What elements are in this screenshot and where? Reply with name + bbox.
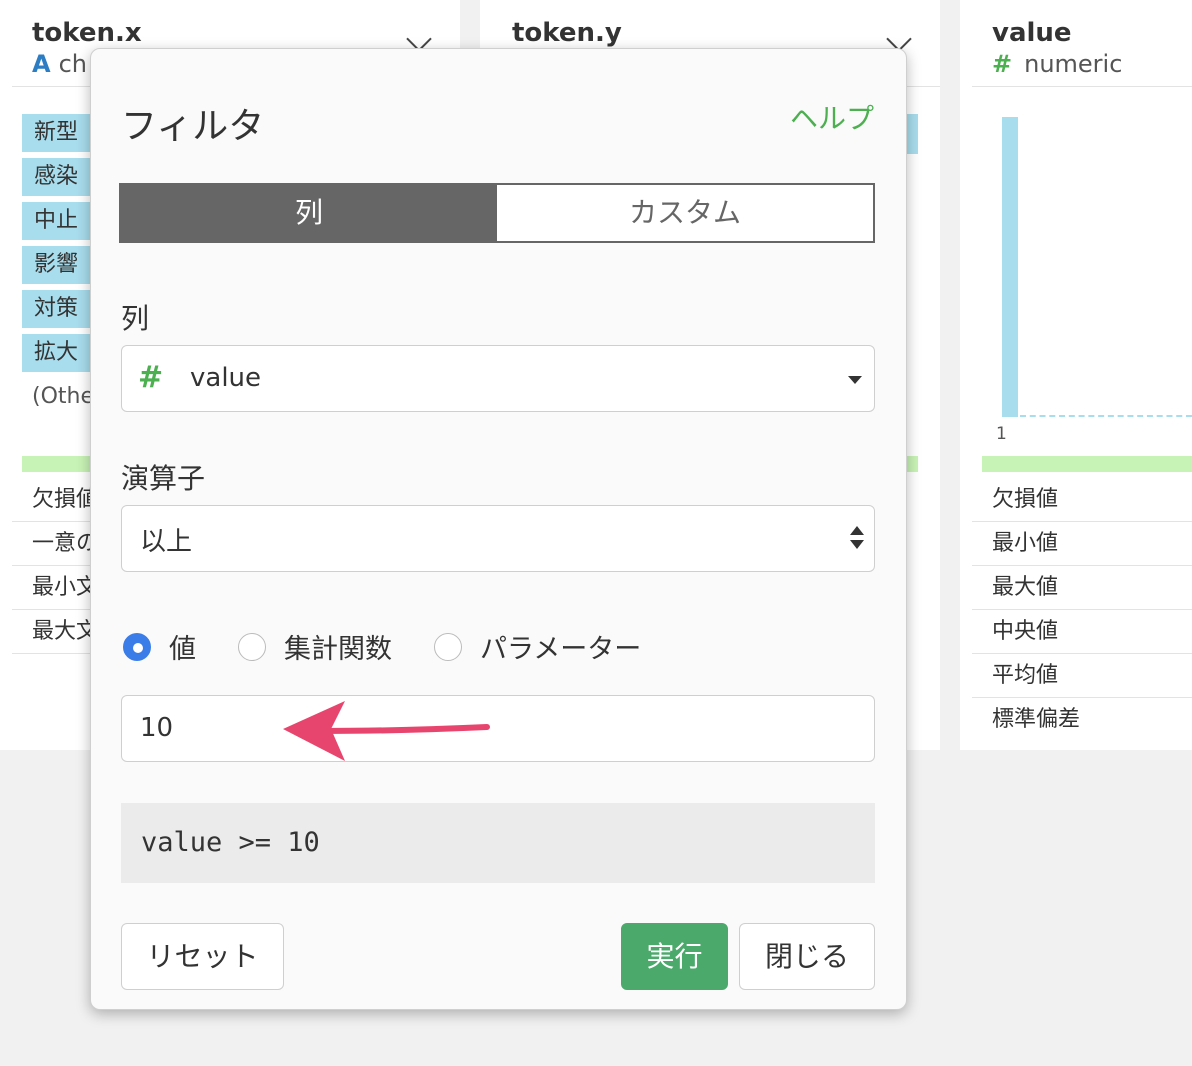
column-label: 列 xyxy=(121,302,150,335)
filter-dialog: フィルタ ヘルプ 列 カスタム 列 # value 演算子 以上 値 集計関数 … xyxy=(90,48,907,1010)
caret-down-icon xyxy=(848,376,862,384)
annotation-arrow-icon xyxy=(283,701,490,761)
column-title-token-x[interactable]: token.x xyxy=(32,18,142,48)
up-down-arrows-icon xyxy=(850,526,864,554)
close-button[interactable]: 閉じる xyxy=(739,923,875,990)
column-select-value: value xyxy=(190,363,262,393)
column-title-token-y[interactable]: token.y xyxy=(512,18,622,48)
radio-parameter[interactable]: パラメーター xyxy=(434,627,641,666)
token-bar: 拡大 xyxy=(22,334,90,372)
divider xyxy=(972,86,1192,87)
column-type-token-x: Ach xyxy=(32,50,87,78)
tab-column[interactable]: 列 xyxy=(121,185,497,241)
stat-row: 欠損値 xyxy=(972,478,1192,522)
completeness-bar xyxy=(982,456,1192,472)
operator-label: 演算子 xyxy=(121,462,206,495)
token-bar: 対策 xyxy=(22,290,90,328)
token-bar: 新型 xyxy=(22,114,90,152)
radio-label: パラメーター xyxy=(480,634,642,665)
value-type-radio-group: 値 集計関数 パラメーター xyxy=(123,627,683,666)
operator-select-value: 以上 xyxy=(140,527,193,557)
token-other-label: (Othe xyxy=(32,384,95,409)
stat-row: 中央値 xyxy=(972,610,1192,654)
stat-row: 最大値 xyxy=(972,566,1192,610)
completeness-bar xyxy=(906,456,918,472)
column-title-value[interactable]: value xyxy=(992,18,1072,48)
character-type-icon: A xyxy=(32,50,51,78)
column-select[interactable]: # value xyxy=(121,345,875,412)
run-button[interactable]: 実行 xyxy=(621,923,728,990)
filter-preview: value >= 10 xyxy=(121,803,875,883)
dialog-title: フィルタ xyxy=(121,106,265,147)
radio-button[interactable] xyxy=(434,632,462,661)
token-bar: 感染 xyxy=(22,158,90,196)
radio-button-checked[interactable] xyxy=(123,632,151,661)
histogram-tick: 1 xyxy=(996,424,1007,444)
histogram-baseline xyxy=(1020,415,1192,417)
column-type-value: # numeric xyxy=(992,50,1122,78)
radio-label: 集計関数 xyxy=(284,634,392,665)
mode-tabs: 列 カスタム xyxy=(119,183,875,243)
token-bar xyxy=(906,114,918,154)
numeric-type-icon: # xyxy=(138,360,164,395)
radio-aggregate-function[interactable]: 集計関数 xyxy=(238,627,392,666)
histogram-bar xyxy=(1002,117,1018,417)
completeness-bar xyxy=(22,456,90,472)
column-type-label: numeric xyxy=(1024,50,1123,78)
reset-button[interactable]: リセット xyxy=(121,923,284,990)
stat-row: 標準偏差 xyxy=(992,707,1081,732)
radio-label: 値 xyxy=(169,634,196,665)
help-link[interactable]: ヘルプ xyxy=(790,97,874,137)
tab-custom[interactable]: カスタム xyxy=(497,185,873,241)
radio-button[interactable] xyxy=(238,632,266,661)
column-type-label: ch xyxy=(58,50,87,78)
token-bar: 影響 xyxy=(22,246,90,284)
stat-row: 平均値 xyxy=(972,654,1192,698)
radio-value[interactable]: 値 xyxy=(123,627,196,666)
numeric-type-icon: # xyxy=(992,50,1013,78)
stat-row: 最小値 xyxy=(972,522,1192,566)
token-bar: 中止 xyxy=(22,202,90,240)
operator-select[interactable]: 以上 xyxy=(121,505,875,572)
